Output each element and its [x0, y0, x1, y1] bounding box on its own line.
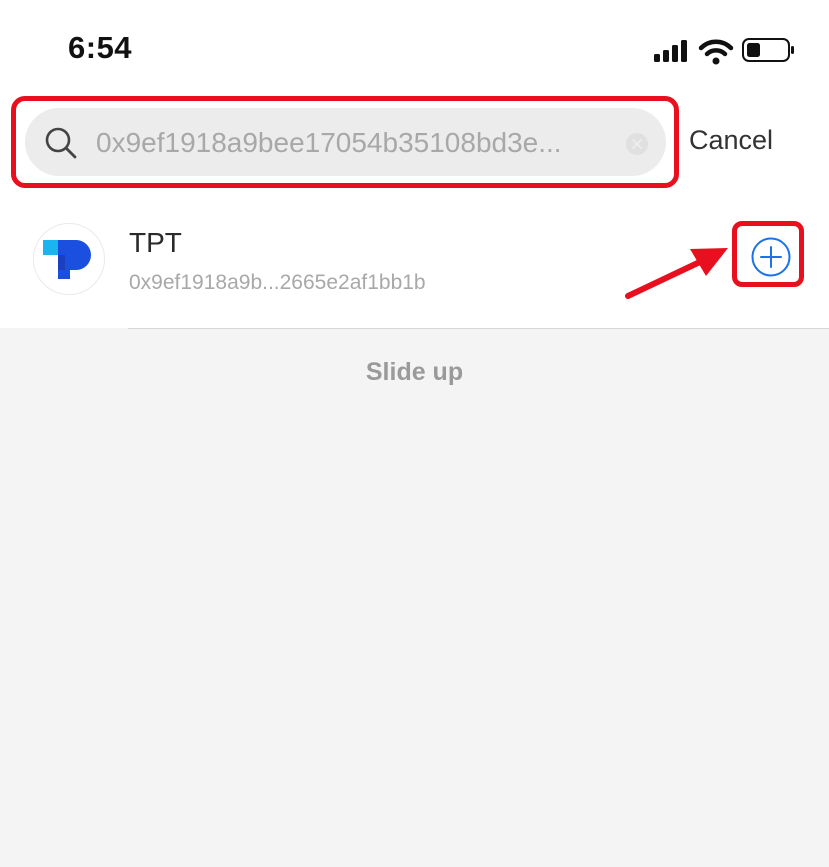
- slide-up-hint: Slide up: [365, 358, 464, 386]
- tpt-logo-icon: [33, 223, 105, 295]
- wifi-icon: [698, 39, 734, 65]
- status-icons: [652, 36, 802, 68]
- cancel-button[interactable]: Cancel: [689, 125, 773, 156]
- add-token-button[interactable]: [750, 236, 792, 278]
- row-divider: [128, 328, 829, 329]
- search-icon: [43, 125, 79, 161]
- search-input[interactable]: [96, 118, 618, 168]
- cellular-signal-icon: [654, 40, 687, 62]
- token-address: 0x9ef1918a9b...2665e2af1bb1b: [129, 271, 426, 294]
- status-time: 6:54: [68, 30, 133, 65]
- arrow-annotation: [620, 238, 732, 304]
- clear-icon[interactable]: [625, 132, 649, 156]
- add-circle-icon: [751, 237, 791, 277]
- token-name: TPT: [129, 227, 182, 258]
- battery-icon: [742, 38, 794, 62]
